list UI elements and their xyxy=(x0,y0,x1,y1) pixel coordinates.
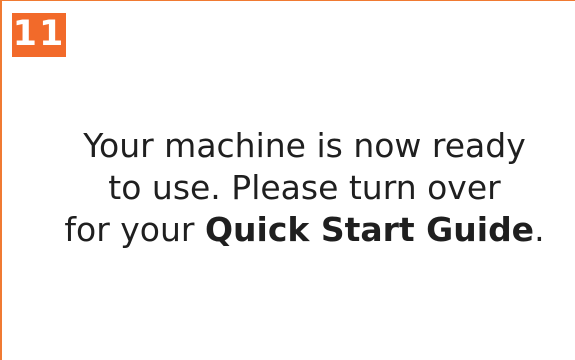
step-number-badge: 11 xyxy=(12,13,66,57)
message-line-3-suffix: . xyxy=(534,210,545,249)
message-line-3: for your Quick Start Guide. xyxy=(2,209,575,251)
instruction-card: 11 Your machine is now ready to use. Ple… xyxy=(0,0,575,360)
message-line-3-prefix: for your xyxy=(64,210,205,249)
message-line-1: Your machine is now ready xyxy=(83,126,526,165)
instruction-message: Your machine is now ready to use. Please… xyxy=(2,125,575,251)
quick-start-guide-emphasis: Quick Start Guide xyxy=(204,210,535,249)
message-line-2: to use. Please turn over xyxy=(108,168,501,207)
step-number: 11 xyxy=(12,13,66,54)
